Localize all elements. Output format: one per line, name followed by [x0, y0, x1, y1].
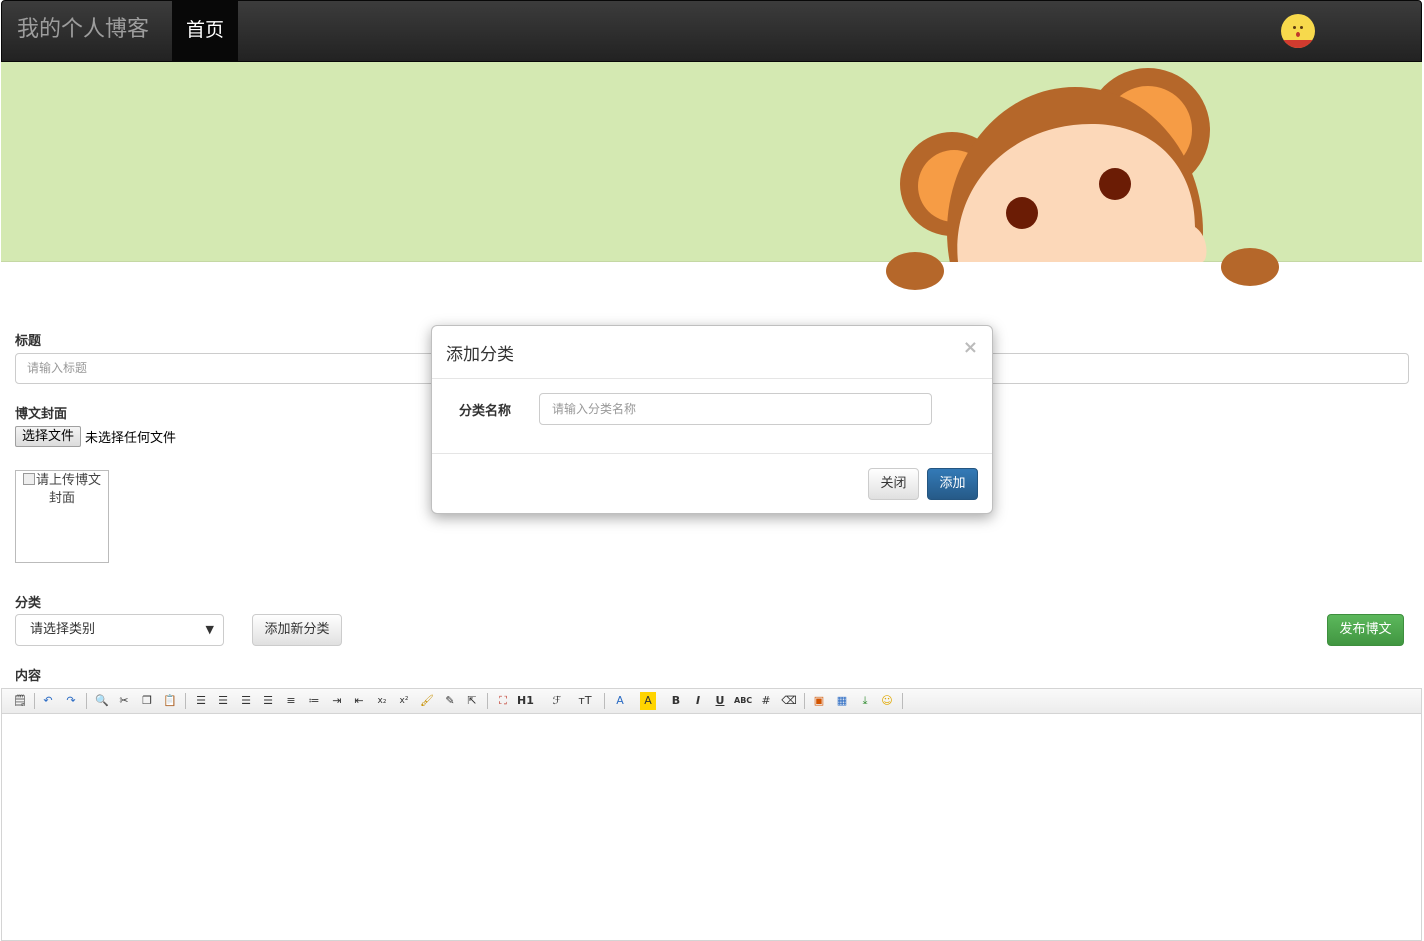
category-name-input[interactable]: 请输入分类名称 — [539, 393, 932, 425]
close-icon[interactable]: × — [963, 337, 978, 358]
font-color-dropdown[interactable]: A — [612, 692, 628, 710]
category-select-value: 请选择类别 — [30, 622, 96, 637]
modal-title: 添加分类 — [446, 345, 514, 365]
chevron-down-icon: ▼ — [205, 623, 214, 636]
underline-button[interactable]: U — [712, 692, 728, 710]
clear-format-icon[interactable]: ✎ — [442, 692, 458, 710]
font-family-dropdown[interactable]: ℱ — [549, 692, 565, 710]
title-label: 标题 — [15, 334, 42, 349]
add-category-modal: 添加分类 × 分类名称 请输入分类名称 关闭 添加 — [431, 325, 993, 514]
publish-button[interactable]: 发布博文 — [1327, 614, 1404, 646]
add-category-button[interactable]: 添加新分类 — [252, 614, 342, 646]
superscript-icon[interactable]: x² — [396, 692, 412, 710]
monkey-illustration — [880, 68, 1290, 297]
modal-add-button[interactable]: 添加 — [927, 468, 978, 500]
broken-image-icon — [22, 473, 35, 485]
align-right-icon[interactable]: ☰ — [238, 692, 254, 710]
navbar: 我的个人博客 首页 — [1, 0, 1422, 62]
preview-icon[interactable]: 🔍 — [94, 692, 110, 710]
editor-toolbar: 🗒 ↶ ↷ 🔍 ✂ ❐ 📋 ☰ ☰ ☰ ☰ ≡ ≔ ⇥ ⇤ x₂ x² 🖌 ✎ … — [2, 689, 1421, 714]
align-justify-icon[interactable]: ☰ — [260, 692, 276, 710]
choose-file-button[interactable]: 选择文件 — [15, 426, 81, 447]
bold-button[interactable]: B — [668, 692, 684, 710]
content-label: 内容 — [15, 669, 42, 684]
source-icon[interactable]: 🗒 — [12, 692, 28, 710]
cover-label: 博文封面 — [15, 407, 68, 422]
copy-icon[interactable]: ❐ — [139, 692, 155, 710]
cover-preview: 请上传博文封面 — [15, 470, 109, 563]
file-status: 未选择任何文件 — [85, 431, 177, 446]
emoji-icon[interactable]: ☺ — [879, 692, 895, 710]
cut-icon[interactable]: ✂ — [116, 692, 132, 710]
insert-hr-icon[interactable]: ⤓ — [857, 692, 873, 710]
font-size-dropdown[interactable]: тT — [577, 692, 593, 710]
nav-home[interactable]: 首页 — [172, 1, 238, 62]
indent-icon[interactable]: ⇥ — [329, 692, 345, 710]
redo-icon[interactable]: ↷ — [63, 692, 79, 710]
category-label: 分类 — [15, 596, 42, 611]
italic-button[interactable]: I — [690, 692, 706, 710]
insert-table-icon[interactable]: ▦ — [834, 692, 850, 710]
align-center-icon[interactable]: ☰ — [215, 692, 231, 710]
background-color-dropdown[interactable]: A — [640, 692, 656, 710]
rich-text-editor[interactable]: 🗒 ↶ ↷ 🔍 ✂ ❐ 📋 ☰ ☰ ☰ ☰ ≡ ≔ ⇥ ⇤ x₂ x² 🖌 ✎ … — [1, 688, 1422, 941]
paste-icon[interactable]: 📋 — [162, 692, 178, 710]
user-avatar[interactable] — [1281, 14, 1315, 48]
brand-link[interactable]: 我的个人博客 — [17, 15, 149, 45]
eraser-icon[interactable]: ⌫ — [781, 692, 797, 710]
category-name-label: 分类名称 — [459, 404, 512, 419]
strikethrough-button[interactable]: ABC — [734, 692, 752, 710]
fullscreen-icon[interactable]: ⛶ — [495, 692, 511, 710]
image-icon[interactable]: ▣ — [811, 692, 827, 710]
outdent-icon[interactable]: ⇤ — [351, 692, 367, 710]
select-all-icon[interactable]: ⇱ — [464, 692, 480, 710]
modal-close-button[interactable]: 关闭 — [868, 468, 919, 500]
undo-icon[interactable]: ↶ — [40, 692, 56, 710]
align-left-icon[interactable]: ☰ — [193, 692, 209, 710]
table-icon[interactable]: # — [758, 692, 774, 710]
format-painter-icon[interactable]: 🖌 — [419, 692, 435, 710]
cover-alt-text: 请上传博文封面 — [35, 473, 101, 506]
heading-dropdown[interactable]: H1 — [517, 692, 534, 710]
ordered-list-icon[interactable]: ≡ — [283, 692, 299, 710]
subscript-icon[interactable]: x₂ — [374, 692, 390, 710]
unordered-list-icon[interactable]: ≔ — [306, 692, 322, 710]
category-select[interactable]: 请选择类别 ▼ — [15, 614, 224, 646]
